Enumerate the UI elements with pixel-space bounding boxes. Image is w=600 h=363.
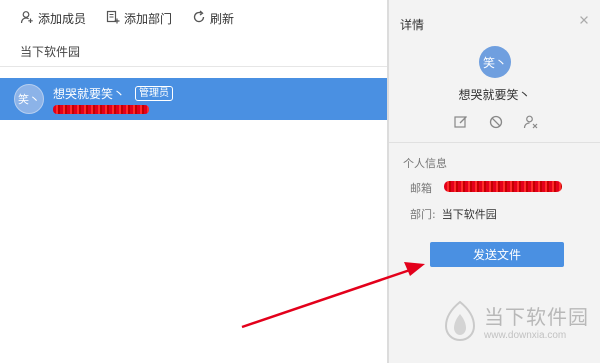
member-info: 想哭就要笑丶 管理员 — [53, 85, 174, 114]
divider — [389, 142, 600, 143]
add-department-label: 添加部门 — [124, 11, 173, 26]
department-value: 当下软件园 — [441, 208, 497, 221]
redacted-email-scribble — [444, 181, 562, 192]
member-actions — [453, 114, 539, 130]
toolbar: 添加成员 添加部门 刷新 — [0, 0, 387, 36]
member-list-panel: 添加成员 添加部门 刷新 当下软件园 笑丶 想哭就要笑丶 管理员 — [0, 0, 387, 363]
edit-icon[interactable] — [453, 114, 469, 130]
add-user-icon — [20, 10, 34, 27]
watermark-url: www.downxia.com — [484, 330, 567, 341]
department-field: 部门: 当下软件园 — [410, 206, 497, 222]
breadcrumb[interactable]: 当下软件园 — [20, 43, 80, 60]
remove-user-icon[interactable] — [523, 114, 539, 130]
refresh-icon — [192, 10, 206, 27]
email-label: 邮箱 — [410, 182, 432, 195]
add-department-button[interactable]: 添加部门 — [106, 10, 172, 27]
refresh-label: 刷新 — [210, 11, 235, 26]
disable-icon[interactable] — [488, 114, 504, 130]
refresh-button[interactable]: 刷新 — [192, 10, 234, 27]
add-member-button[interactable]: 添加成员 — [20, 10, 86, 27]
watermark-name: 当下软件园 — [484, 305, 589, 329]
member-name: 想哭就要笑丶 — [53, 86, 126, 101]
watermark-text: 当下软件园 www.downxia.com — [484, 301, 589, 341]
add-department-icon — [106, 10, 120, 27]
detail-avatar: 笑丶 — [479, 46, 511, 78]
section-title: 个人信息 — [403, 157, 447, 170]
watermark: 当下软件园 www.downxia.com — [442, 300, 589, 342]
member-list-item[interactable]: 笑丶 想哭就要笑丶 管理员 — [0, 78, 387, 120]
member-name-line: 想哭就要笑丶 管理员 — [53, 85, 174, 102]
department-label: 部门: — [410, 208, 436, 221]
add-member-label: 添加成员 — [38, 11, 87, 26]
admin-badge: 管理员 — [135, 85, 174, 101]
divider — [0, 66, 387, 67]
avatar[interactable]: 笑丶 — [14, 84, 44, 114]
redacted-email-scribble — [53, 104, 149, 114]
detail-title: 详情 — [400, 18, 425, 32]
watermark-logo-icon — [444, 300, 476, 342]
send-file-button[interactable]: 发送文件 — [430, 242, 564, 267]
detail-name: 想哭就要笑丶 — [458, 88, 531, 102]
close-icon[interactable] — [577, 14, 591, 28]
